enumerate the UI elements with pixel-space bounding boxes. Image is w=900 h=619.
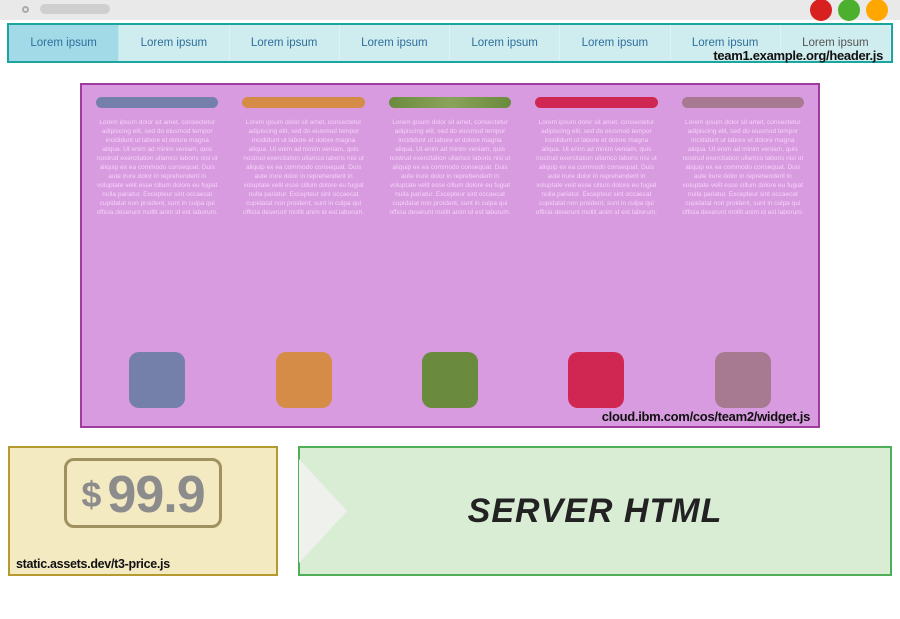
widget-column: Lorem ipsum dolor sit amet, consectetur … <box>242 97 364 408</box>
column-swatch-icon <box>715 352 771 408</box>
server-html-region: SERVER HTML <box>298 446 892 576</box>
price-display: $ 99.9 <box>64 458 221 528</box>
server-html-label: SERVER HTML <box>468 492 723 531</box>
nav-tab[interactable]: Lorem ipsum <box>230 25 340 61</box>
traffic-light-amber-icon <box>866 0 888 21</box>
column-swatch-icon <box>422 352 478 408</box>
nav-tab[interactable]: Lorem ipsum <box>9 25 119 61</box>
price-source-caption: static.assets.dev/t3-price.js <box>16 557 170 571</box>
column-swatch-icon <box>568 352 624 408</box>
widget-column: Lorem ipsum dolor sit amet, consectetur … <box>389 97 511 408</box>
column-header-pill <box>242 97 364 108</box>
nav-tab[interactable]: Lorem ipsum <box>450 25 560 61</box>
nav-tab-label: Lorem ipsum <box>30 37 96 49</box>
address-target-icon <box>22 6 29 13</box>
nav-tab-label: Lorem ipsum <box>251 37 317 49</box>
nav-tab[interactable]: Lorem ipsum <box>560 25 670 61</box>
widget-fragment-region: Lorem ipsum dolor sit amet, consectetur … <box>80 83 820 428</box>
header-source-caption: team1.example.org/header.js <box>713 48 883 63</box>
column-placeholder-text: Lorem ipsum dolor sit amet, consectetur … <box>535 118 657 346</box>
nav-tab[interactable]: Lorem ipsum <box>340 25 450 61</box>
header-fragment-region: Lorem ipsum Lorem ipsum Lorem ipsum Lore… <box>7 23 893 63</box>
nav-tab-label: Lorem ipsum <box>471 37 537 49</box>
column-header-pill <box>389 97 511 108</box>
widget-column: Lorem ipsum dolor sit amet, consectetur … <box>682 97 804 408</box>
widget-source-caption: cloud.ibm.com/cos/team2/widget.js <box>602 409 810 424</box>
widget-column: Lorem ipsum dolor sit amet, consectetur … <box>535 97 657 408</box>
column-header-pill <box>535 97 657 108</box>
traffic-light-green-icon <box>838 0 860 21</box>
column-placeholder-text: Lorem ipsum dolor sit amet, consectetur … <box>682 118 804 346</box>
widget-columns: Lorem ipsum dolor sit amet, consectetur … <box>96 97 804 408</box>
column-placeholder-text: Lorem ipsum dolor sit amet, consectetur … <box>389 118 511 346</box>
browser-chrome <box>0 0 900 20</box>
column-header-pill <box>682 97 804 108</box>
column-swatch-icon <box>276 352 332 408</box>
nav-tab-label: Lorem ipsum <box>361 37 427 49</box>
widget-column: Lorem ipsum dolor sit amet, consectetur … <box>96 97 218 408</box>
price-fragment-region: $ 99.9 static.assets.dev/t3-price.js <box>8 446 278 576</box>
price-currency: $ <box>81 474 101 516</box>
window-traffic-lights <box>810 0 888 21</box>
nav-tab[interactable]: Lorem ipsum <box>119 25 229 61</box>
address-bar-placeholder <box>40 4 110 14</box>
column-placeholder-text: Lorem ipsum dolor sit amet, consectetur … <box>96 118 218 346</box>
column-header-pill <box>96 97 218 108</box>
nav-tab-label: Lorem ipsum <box>582 37 648 49</box>
nav-tab-label: Lorem ipsum <box>141 37 207 49</box>
column-placeholder-text: Lorem ipsum dolor sit amet, consectetur … <box>242 118 364 346</box>
column-swatch-icon <box>129 352 185 408</box>
price-value: 99.9 <box>107 465 204 525</box>
traffic-light-red-icon <box>810 0 832 21</box>
chevron-left-icon <box>299 459 347 563</box>
